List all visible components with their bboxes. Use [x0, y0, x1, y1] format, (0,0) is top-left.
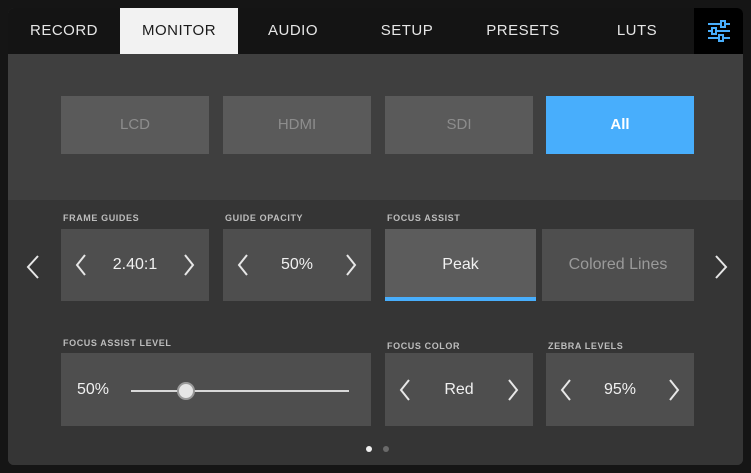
- settings-sliders-button[interactable]: [694, 8, 743, 54]
- frame-guides-stepper: 2.40:1: [61, 229, 209, 301]
- tab-presets[interactable]: PRESETS: [466, 8, 580, 54]
- selected-indicator: [385, 297, 536, 301]
- frame-guides-label: FRAME GUIDES: [63, 213, 140, 223]
- focus-assist-peak-label: Peak: [442, 256, 479, 273]
- focus-assist-level-slider-handle[interactable]: [176, 382, 195, 400]
- focus-assist-colored-lines-label: Colored Lines: [568, 256, 668, 273]
- tab-setup[interactable]: SETUP: [348, 8, 466, 54]
- zebra-levels-stepper: 95%: [546, 353, 694, 426]
- focus-color-stepper: Red: [385, 353, 533, 426]
- chevron-right-icon[interactable]: [668, 378, 680, 402]
- monitor-settings-screen: RECORD MONITOR AUDIO SETUP PRESETS LUTS …: [8, 8, 743, 465]
- tab-luts[interactable]: LUTS: [580, 8, 694, 54]
- output-hdmi-button[interactable]: HDMI: [223, 96, 371, 154]
- page-next-icon[interactable]: [714, 254, 728, 280]
- page-previous-icon[interactable]: [26, 254, 40, 280]
- sliders-icon: [707, 20, 730, 42]
- tab-monitor[interactable]: MONITOR: [120, 8, 238, 54]
- output-all-button[interactable]: All: [546, 96, 694, 154]
- focus-assist-peak-button[interactable]: Peak: [385, 229, 536, 301]
- chevron-right-icon[interactable]: [183, 253, 195, 277]
- guide-opacity-stepper: 50%: [223, 229, 371, 301]
- tab-bar: RECORD MONITOR AUDIO SETUP PRESETS LUTS: [8, 8, 743, 54]
- page-dot-1[interactable]: [366, 446, 372, 452]
- guide-opacity-label: GUIDE OPACITY: [225, 213, 304, 223]
- focus-assist-level-label: FOCUS ASSIST LEVEL: [63, 338, 172, 348]
- focus-assist-level-slider-track[interactable]: [131, 390, 349, 392]
- focus-assist-label: FOCUS ASSIST: [387, 213, 461, 223]
- focus-assist-level-value: 50%: [77, 381, 110, 398]
- focus-assist-level-slider-panel: 50%: [61, 353, 371, 426]
- zebra-levels-label: ZEBRA LEVELS: [548, 341, 624, 351]
- chevron-right-icon[interactable]: [507, 378, 519, 402]
- page-dot-2[interactable]: [383, 446, 389, 452]
- tab-record[interactable]: RECORD: [8, 8, 120, 54]
- output-sdi-button[interactable]: SDI: [385, 96, 533, 154]
- output-lcd-button[interactable]: LCD: [61, 96, 209, 154]
- focus-color-label: FOCUS COLOR: [387, 341, 461, 351]
- focus-assist-colored-lines-button[interactable]: Colored Lines: [542, 229, 694, 301]
- tab-audio[interactable]: AUDIO: [238, 8, 348, 54]
- chevron-right-icon[interactable]: [345, 253, 357, 277]
